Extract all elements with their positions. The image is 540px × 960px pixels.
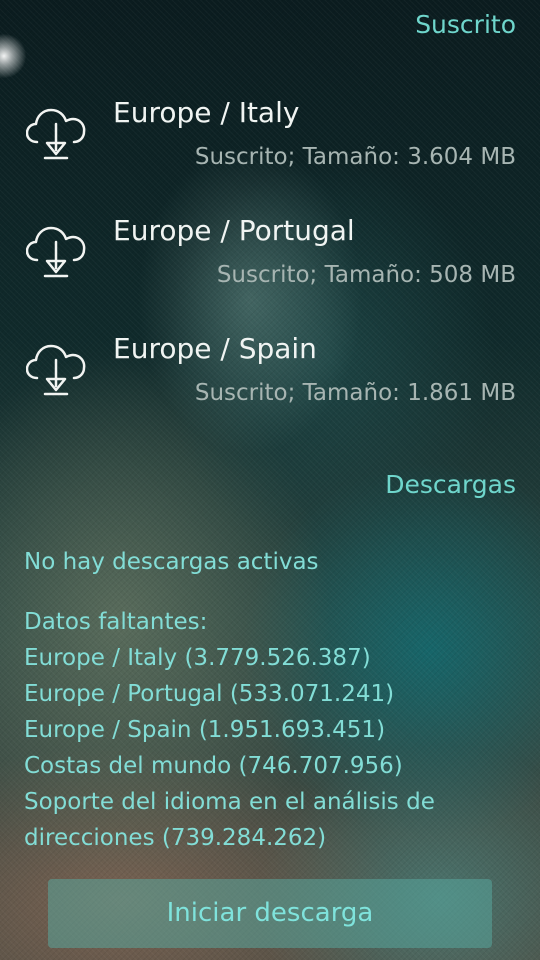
map-item-italy[interactable]: Europe / Italy Suscrito; Tamaño: 3.604 M…: [0, 96, 540, 208]
downloads-section-header: Descargas: [385, 470, 516, 499]
missing-data-list: Datos faltantes: Europe / Italy (3.779.5…: [24, 604, 494, 856]
start-download-button[interactable]: Iniciar descarga: [48, 879, 492, 948]
map-item-portugal[interactable]: Europe / Portugal Suscrito; Tamaño: 508 …: [0, 214, 540, 326]
subscribed-section-header: Suscrito: [415, 10, 516, 39]
map-item-name: Europe / Italy: [113, 96, 300, 129]
map-item-status: Suscrito; Tamaño: 1.861 MB: [194, 380, 516, 406]
missing-data-item: direcciones (739.284.262): [24, 825, 327, 851]
map-item-name: Europe / Portugal: [113, 214, 355, 247]
cloud-download-icon: [26, 226, 86, 278]
map-item-status: Suscrito; Tamaño: 3.604 MB: [194, 144, 516, 170]
missing-data-item: Europe / Portugal (533.071.241): [24, 681, 395, 707]
missing-data-title: Datos faltantes:: [24, 609, 208, 635]
missing-data-item: Costas del mundo (746.707.956): [24, 753, 403, 779]
map-item-status: Suscrito; Tamaño: 508 MB: [216, 262, 516, 288]
no-active-downloads-label: No hay descargas activas: [24, 549, 319, 575]
missing-data-item: Europe / Spain (1.951.693.451): [24, 717, 386, 743]
map-item-spain[interactable]: Europe / Spain Suscrito; Tamaño: 1.861 M…: [0, 332, 540, 444]
missing-data-item: Europe / Italy (3.779.526.387): [24, 645, 371, 671]
map-download-page: Suscrito Europe / Italy Suscrito; Tamaño…: [0, 0, 540, 960]
map-item-name: Europe / Spain: [113, 332, 317, 365]
missing-data-item: Soporte del idioma en el análisis de: [24, 789, 435, 815]
cloud-download-icon: [26, 344, 86, 396]
cloud-download-icon: [26, 108, 86, 160]
